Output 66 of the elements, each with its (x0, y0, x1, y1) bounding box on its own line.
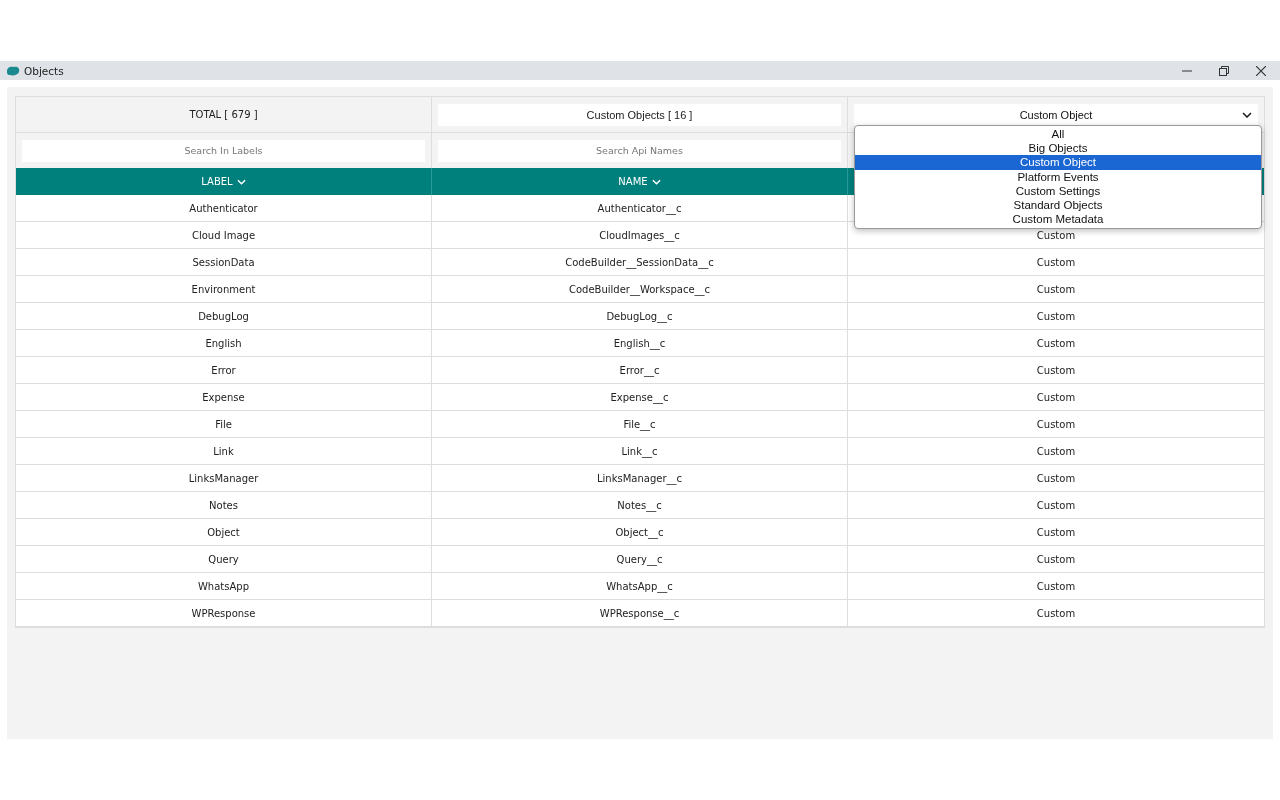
table-cell: Custom (848, 411, 1264, 438)
dropdown-option[interactable]: Platform Events (855, 169, 1261, 184)
search-field[interactable]: Search In Labels (22, 139, 425, 162)
table-cell: Notes (16, 492, 432, 519)
table-cell: CloudImages__c (432, 222, 848, 249)
table-cell: DebugLog (16, 303, 432, 330)
table-cell: Expense (16, 384, 432, 411)
table-cell: Custom (848, 249, 1264, 276)
table-cell: Link__c (432, 438, 848, 465)
table-cell: WPResponse__c (432, 600, 848, 627)
close-icon[interactable] (1256, 65, 1266, 76)
table-cell: CodeBuilder__Workspace__c (432, 276, 848, 303)
dropdown-option[interactable]: Custom Object (855, 155, 1261, 170)
chevron-down-icon (1242, 111, 1252, 118)
table-cell: Notes__c (432, 492, 848, 519)
table-cell: Custom (848, 600, 1264, 627)
table-cell: DebugLog__c (432, 303, 848, 330)
table-cell: Link (16, 438, 432, 465)
window-title: Objects (24, 64, 64, 77)
search-field[interactable]: Search Api Names (438, 139, 841, 162)
table-cell: Error__c (432, 357, 848, 384)
table-cell: Object (16, 519, 432, 546)
table-cell: Custom (848, 573, 1264, 600)
table-cell: Custom (848, 384, 1264, 411)
table-cell: Environment (16, 276, 432, 303)
table-cell: Custom (848, 546, 1264, 573)
table-cell: Custom (848, 357, 1264, 384)
table-cell: File (16, 411, 432, 438)
table-cell: WPResponse (16, 600, 432, 627)
table-cell: Custom (848, 276, 1264, 303)
total-count: TOTAL [ 679 ] (189, 109, 258, 120)
column-header[interactable]: NAME (432, 168, 848, 195)
table-cell: English__c (432, 330, 848, 357)
column-header[interactable]: LABEL (16, 168, 432, 195)
dropdown-option[interactable]: Custom Settings (855, 183, 1261, 198)
table-cell: Authenticator__c (432, 195, 848, 222)
table-cell: English (16, 330, 432, 357)
dropdown-option[interactable]: Standard Objects (855, 198, 1261, 213)
chevron-down-icon (651, 178, 661, 185)
table-cell: Error (16, 357, 432, 384)
table-cell: WhatsApp (16, 573, 432, 600)
table-cell: Custom (848, 303, 1264, 330)
table-cell: LinksManager (16, 465, 432, 492)
chevron-down-icon (236, 178, 246, 185)
table-cell: Custom (848, 519, 1264, 546)
table-cell: File__c (432, 411, 848, 438)
table-cell: Custom (848, 465, 1264, 492)
dropdown-option[interactable]: All (855, 127, 1261, 142)
table-cell: Authenticator (16, 195, 432, 222)
table-cell: Query__c (432, 546, 848, 573)
filtered-count: Custom Objects [ 16 ] (438, 103, 841, 126)
table-cell: LinksManager__c (432, 465, 848, 492)
restore-icon[interactable] (1219, 65, 1229, 76)
cloud-icon (6, 65, 20, 76)
table-cell: SessionData (16, 249, 432, 276)
table-cell: Object__c (432, 519, 848, 546)
type-select[interactable]: Custom Object (854, 103, 1258, 126)
table-cell: WhatsApp__c (432, 573, 848, 600)
dropdown-option[interactable]: Big Objects (855, 141, 1261, 156)
table-cell: Cloud Image (16, 222, 432, 249)
table-cell: Custom (848, 492, 1264, 519)
table-cell: Query (16, 546, 432, 573)
table-cell: CodeBuilder__SessionData__c (432, 249, 848, 276)
table-cell: Custom (848, 438, 1264, 465)
table-cell: Expense__c (432, 384, 848, 411)
table-cell: Custom (848, 330, 1264, 357)
